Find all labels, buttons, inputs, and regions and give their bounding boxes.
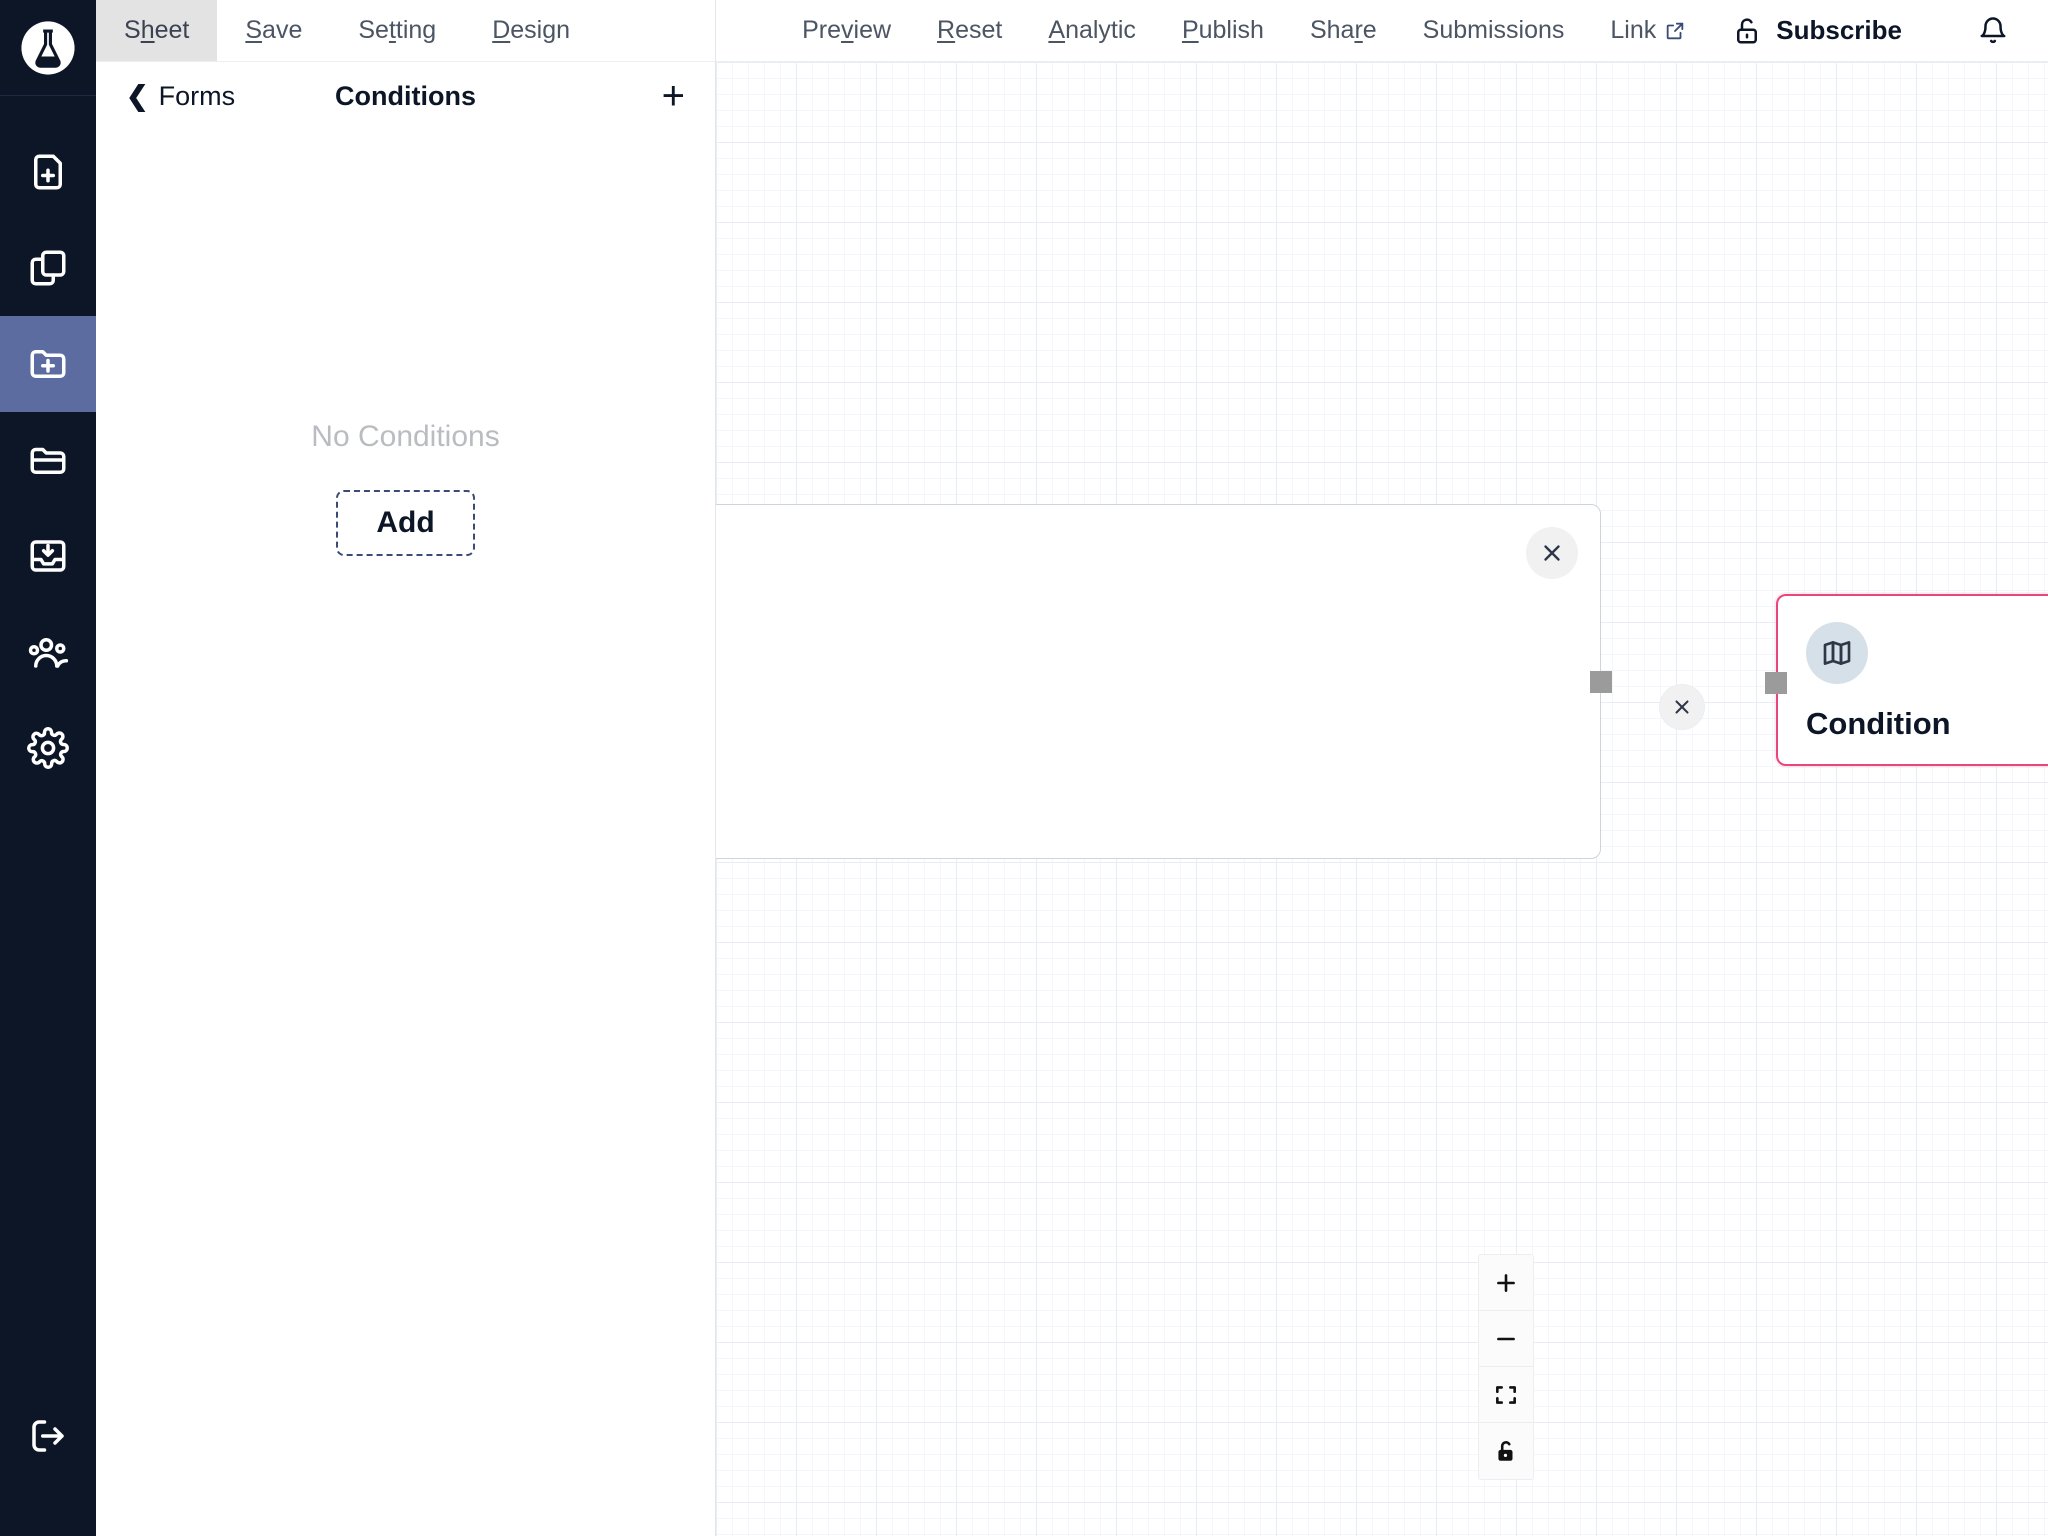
zoom-controls bbox=[1478, 1254, 1534, 1480]
users-icon bbox=[28, 638, 69, 668]
fit-view-button[interactable] bbox=[1479, 1367, 1533, 1423]
zoom-in-button[interactable] bbox=[1479, 1255, 1533, 1311]
node-handle-right[interactable] bbox=[1590, 671, 1612, 693]
logout-icon bbox=[32, 1420, 64, 1452]
map-icon bbox=[1823, 641, 1851, 665]
menu-item-save[interactable]: Save bbox=[217, 0, 330, 61]
menu-item-setting[interactable]: Setting bbox=[330, 0, 464, 61]
back-to-forms-button[interactable]: ❮ Forms bbox=[126, 81, 235, 112]
menu-item-sheet[interactable]: Sheet bbox=[96, 0, 218, 61]
sidebar-item-new-folder[interactable] bbox=[0, 316, 96, 412]
plus-icon bbox=[1497, 1273, 1515, 1292]
gear-icon bbox=[27, 727, 69, 769]
menu-item-reset[interactable]: Reset bbox=[937, 16, 1002, 45]
menu-item-design[interactable]: Design bbox=[464, 0, 598, 61]
logout-button[interactable] bbox=[0, 1388, 96, 1484]
copy-icon bbox=[30, 250, 66, 286]
sidebar-item-new-form[interactable] bbox=[0, 124, 96, 220]
close-icon bbox=[1544, 545, 1560, 561]
conditions-panel: Sheet Save Setting Design ❮ Forms Condit… bbox=[96, 0, 716, 1536]
main-area: Preview Reset Analytic Publish Share Sub… bbox=[716, 0, 2048, 1536]
node-title: Condition bbox=[1806, 706, 1951, 741]
sidebar-item-import[interactable] bbox=[0, 508, 96, 604]
condition-node[interactable]: Condition bbox=[1765, 594, 2048, 766]
close-icon bbox=[1675, 700, 1689, 714]
menu-item-submissions[interactable]: Submissions bbox=[1423, 16, 1565, 45]
sidebar-item-settings[interactable] bbox=[0, 700, 96, 796]
rail-items bbox=[0, 124, 96, 796]
menu-item-link[interactable]: Link bbox=[1610, 16, 1686, 45]
node-type-icon bbox=[1806, 622, 1868, 684]
flow-canvas[interactable]: Condition test text bbox=[716, 62, 2048, 1536]
menu-item-preview[interactable]: Preview bbox=[802, 16, 891, 45]
sidebar-item-browse-folders[interactable] bbox=[0, 412, 96, 508]
left-rail bbox=[0, 0, 96, 1536]
fit-view-icon bbox=[1496, 1385, 1516, 1404]
add-condition-button[interactable]: Add bbox=[336, 490, 475, 556]
panel-header: ❮ Forms Conditions + bbox=[96, 62, 715, 130]
menu-item-analytic[interactable]: Analytic bbox=[1048, 16, 1136, 45]
folder-open-icon bbox=[30, 447, 66, 474]
app-logo[interactable] bbox=[0, 0, 96, 96]
sidebar-item-team[interactable] bbox=[0, 604, 96, 700]
subscribe-button[interactable]: Subscribe bbox=[1732, 15, 1902, 46]
subscribe-label: Subscribe bbox=[1776, 15, 1902, 45]
add-condition-icon-button[interactable]: + bbox=[662, 76, 685, 116]
app-root: Sheet Save Setting Design ❮ Forms Condit… bbox=[0, 0, 2048, 1536]
file-plus-icon bbox=[34, 154, 62, 190]
minus-icon bbox=[1497, 1337, 1515, 1340]
folder-plus-icon bbox=[30, 350, 66, 378]
empty-state-text: No Conditions bbox=[311, 420, 500, 453]
menu-bar-left: Sheet Save Setting Design bbox=[96, 0, 715, 62]
bell-icon bbox=[1980, 16, 2006, 43]
menu-item-share[interactable]: Share bbox=[1310, 16, 1377, 45]
chevron-left-icon: ❮ bbox=[126, 80, 149, 111]
node-handle-left[interactable] bbox=[1765, 672, 1787, 694]
external-link-icon bbox=[1667, 22, 1684, 39]
unlock-icon bbox=[1737, 17, 1758, 43]
flask-icon bbox=[21, 20, 75, 75]
zoom-out-button[interactable] bbox=[1479, 1311, 1533, 1367]
unlock-icon bbox=[1498, 1441, 1513, 1461]
inbox-download-icon bbox=[30, 540, 66, 572]
sidebar-item-duplicate[interactable] bbox=[0, 220, 96, 316]
back-label: Forms bbox=[158, 80, 236, 111]
panel-body: No Conditions Add bbox=[96, 130, 715, 1536]
notifications-button[interactable] bbox=[1978, 16, 2008, 46]
edges-layer bbox=[716, 62, 1016, 212]
form-node-partial[interactable] bbox=[716, 504, 1612, 859]
menu-bar-right: Preview Reset Analytic Publish Share Sub… bbox=[716, 0, 2048, 62]
lock-canvas-button[interactable] bbox=[1479, 1423, 1533, 1479]
edge-delete-button-1[interactable] bbox=[1659, 684, 1705, 730]
node-close-button[interactable] bbox=[1526, 527, 1578, 579]
menu-item-publish[interactable]: Publish bbox=[1182, 16, 1264, 45]
